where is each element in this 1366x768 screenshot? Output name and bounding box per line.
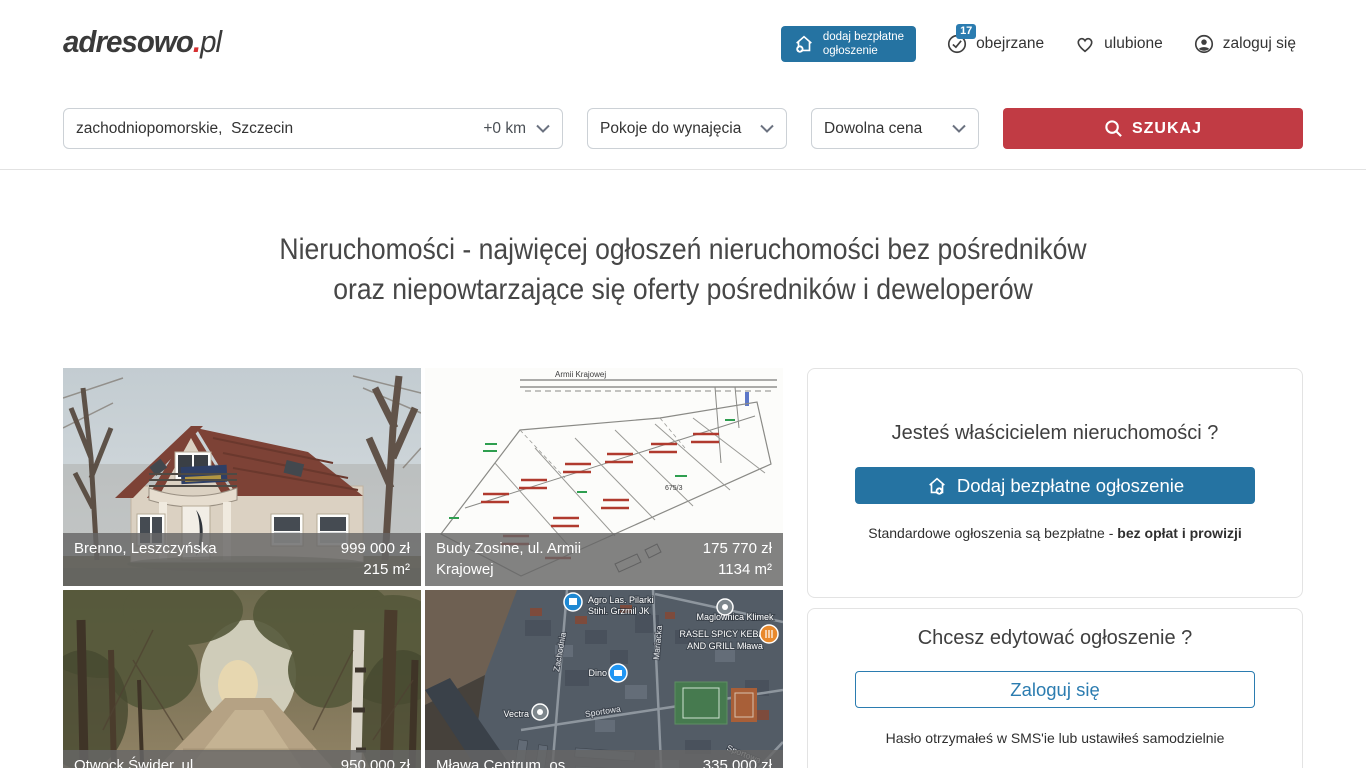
house-plus-icon <box>793 33 815 55</box>
price-value: Dowolna cena <box>824 120 922 138</box>
house-plus-icon <box>926 475 948 497</box>
listing-location: Otwock Świder, ul. <box>74 755 197 768</box>
search-button[interactable]: SZUKAJ <box>1003 108 1303 149</box>
plot-road-label: Armii Krajowej <box>555 370 606 379</box>
favorites-link[interactable]: ulubione <box>1074 33 1163 55</box>
poi-label: Stihl. Grzmil JK <box>588 606 650 616</box>
viewed-link[interactable]: 17 obejrzane <box>946 33 1044 55</box>
sidebar-add-listing-button[interactable]: Dodaj bezpłatne ogłoszenie <box>855 467 1255 504</box>
header-divider <box>0 169 1366 170</box>
chevron-down-icon <box>952 124 966 133</box>
poi-label: Vectra <box>503 709 529 719</box>
sidebar-login-label: Zaloguj się <box>1010 679 1099 701</box>
listing-caption: Mława Centrum, os. 335 000 zł <box>425 750 783 768</box>
site-logo[interactable]: adresowo.pl <box>63 24 221 60</box>
property-type-select[interactable]: Pokoje do wynajęcia <box>587 108 787 149</box>
search-bar: zachodniopomorskie, Szczecin +0 km Pokoj… <box>63 108 1303 149</box>
page: adresowo.pl dodaj bezpłatne ogłoszenie <box>0 0 1366 768</box>
owner-note-bold: bez opłat i prowizji <box>1117 525 1241 541</box>
property-type-value: Pokoje do wynajęcia <box>600 120 741 138</box>
page-title-line2: oraz niepowtarzające się oferty pośredni… <box>68 270 1297 310</box>
owner-card-note: Standardowe ogłoszenia są bezpłatne - be… <box>808 525 1302 541</box>
login-link[interactable]: zaloguj się <box>1193 33 1296 55</box>
sidebar-login-button[interactable]: Zaloguj się <box>855 671 1255 708</box>
owner-card: Jesteś właścicielem nieruchomości ? Doda… <box>807 368 1303 598</box>
page-title-line1: Nieruchomości - najwięcej ogłoszeń nieru… <box>68 230 1297 270</box>
poi-label: RASEL SPICY KEBAB <box>679 629 770 639</box>
poi-label: AND GRILL Mława <box>687 641 763 651</box>
owner-note-regular: Standardowe ogłoszenia są bezpłatne - <box>868 525 1117 541</box>
edit-card-note: Hasło otrzymałeś w SMS'ie lub ustawiłeś … <box>808 730 1302 746</box>
chevron-down-icon <box>760 124 774 133</box>
svg-text:675/3: 675/3 <box>665 485 683 492</box>
favorites-label: ulubione <box>1104 35 1163 53</box>
viewed-count-badge: 17 <box>956 24 976 39</box>
person-circle-icon <box>1193 33 1215 55</box>
satellite-map: Zachodnia Mariacka Sportowa Sportowa Agr… <box>425 590 783 768</box>
radius-select[interactable]: +0 km <box>483 120 550 138</box>
listing-location: Budy Zosine, ul. Armii Krajowej <box>436 538 631 580</box>
add-listing-button[interactable]: dodaj bezpłatne ogłoszenie <box>781 26 916 62</box>
price-select[interactable]: Dowolna cena <box>811 108 979 149</box>
listing-caption: Brenno, Leszczyńska 999 000 zł 215 m² <box>63 533 421 586</box>
listing-card[interactable]: Otwock Świder, ul. 950 000 zł <box>63 590 421 768</box>
login-label: zaloguj się <box>1223 35 1296 53</box>
header-actions: dodaj bezpłatne ogłoszenie 17 obejrzane … <box>781 26 1296 62</box>
heart-icon <box>1074 33 1096 55</box>
chevron-down-icon <box>536 124 550 133</box>
viewed-label: obejrzane <box>976 35 1044 53</box>
add-listing-label-line1: dodaj bezpłatne <box>823 30 904 44</box>
listing-card[interactable]: Zachodnia Mariacka Sportowa Sportowa Agr… <box>425 590 783 768</box>
listing-card[interactable]: Armii Krajowej 675/3 Budy Zosine, <box>425 368 783 586</box>
listing-price: 175 770 zł <box>703 538 772 559</box>
listing-location: Brenno, Leszczyńska <box>74 538 217 580</box>
listing-location: Mława Centrum, os. <box>436 755 569 768</box>
search-button-label: SZUKAJ <box>1132 120 1202 138</box>
poi-label: Dino <box>588 668 607 678</box>
listing-caption: Otwock Świder, ul. 950 000 zł <box>63 750 421 768</box>
edit-card-title: Chcesz edytować ogłoszenie ? <box>808 627 1302 650</box>
add-listing-label-line2: ogłoszenie <box>823 44 904 58</box>
sidebar-add-listing-label: Dodaj bezpłatne ogłoszenie <box>957 475 1184 497</box>
location-input[interactable]: zachodniopomorskie, Szczecin +0 km <box>63 108 563 149</box>
edit-card: Chcesz edytować ogłoszenie ? Zaloguj się… <box>807 608 1303 768</box>
poi-label: Maglownica Klimek <box>696 612 774 622</box>
listing-area: 215 m² <box>341 559 410 580</box>
listing-caption: Budy Zosine, ul. Armii Krajowej 175 770 … <box>425 533 783 586</box>
page-title: Nieruchomości - najwięcej ogłoszeń nieru… <box>68 230 1297 310</box>
magnifier-icon <box>1104 119 1123 138</box>
listing-area: 1134 m² <box>703 559 772 580</box>
listing-price: 950 000 zł <box>341 755 410 768</box>
listing-price: 999 000 zł <box>341 538 410 559</box>
location-value: zachodniopomorskie, Szczecin <box>76 120 293 138</box>
radius-value: +0 km <box>483 120 526 138</box>
poi-label: Agro Las. Pilarki <box>588 595 654 605</box>
logo-name: adresowo <box>63 24 193 59</box>
listing-card[interactable]: Brenno, Leszczyńska 999 000 zł 215 m² <box>63 368 421 586</box>
listing-price: 335 000 zł <box>703 755 772 768</box>
forest-road-photo <box>63 590 421 768</box>
owner-card-title: Jesteś właścicielem nieruchomości ? <box>808 422 1302 445</box>
logo-tld: pl <box>200 24 221 59</box>
